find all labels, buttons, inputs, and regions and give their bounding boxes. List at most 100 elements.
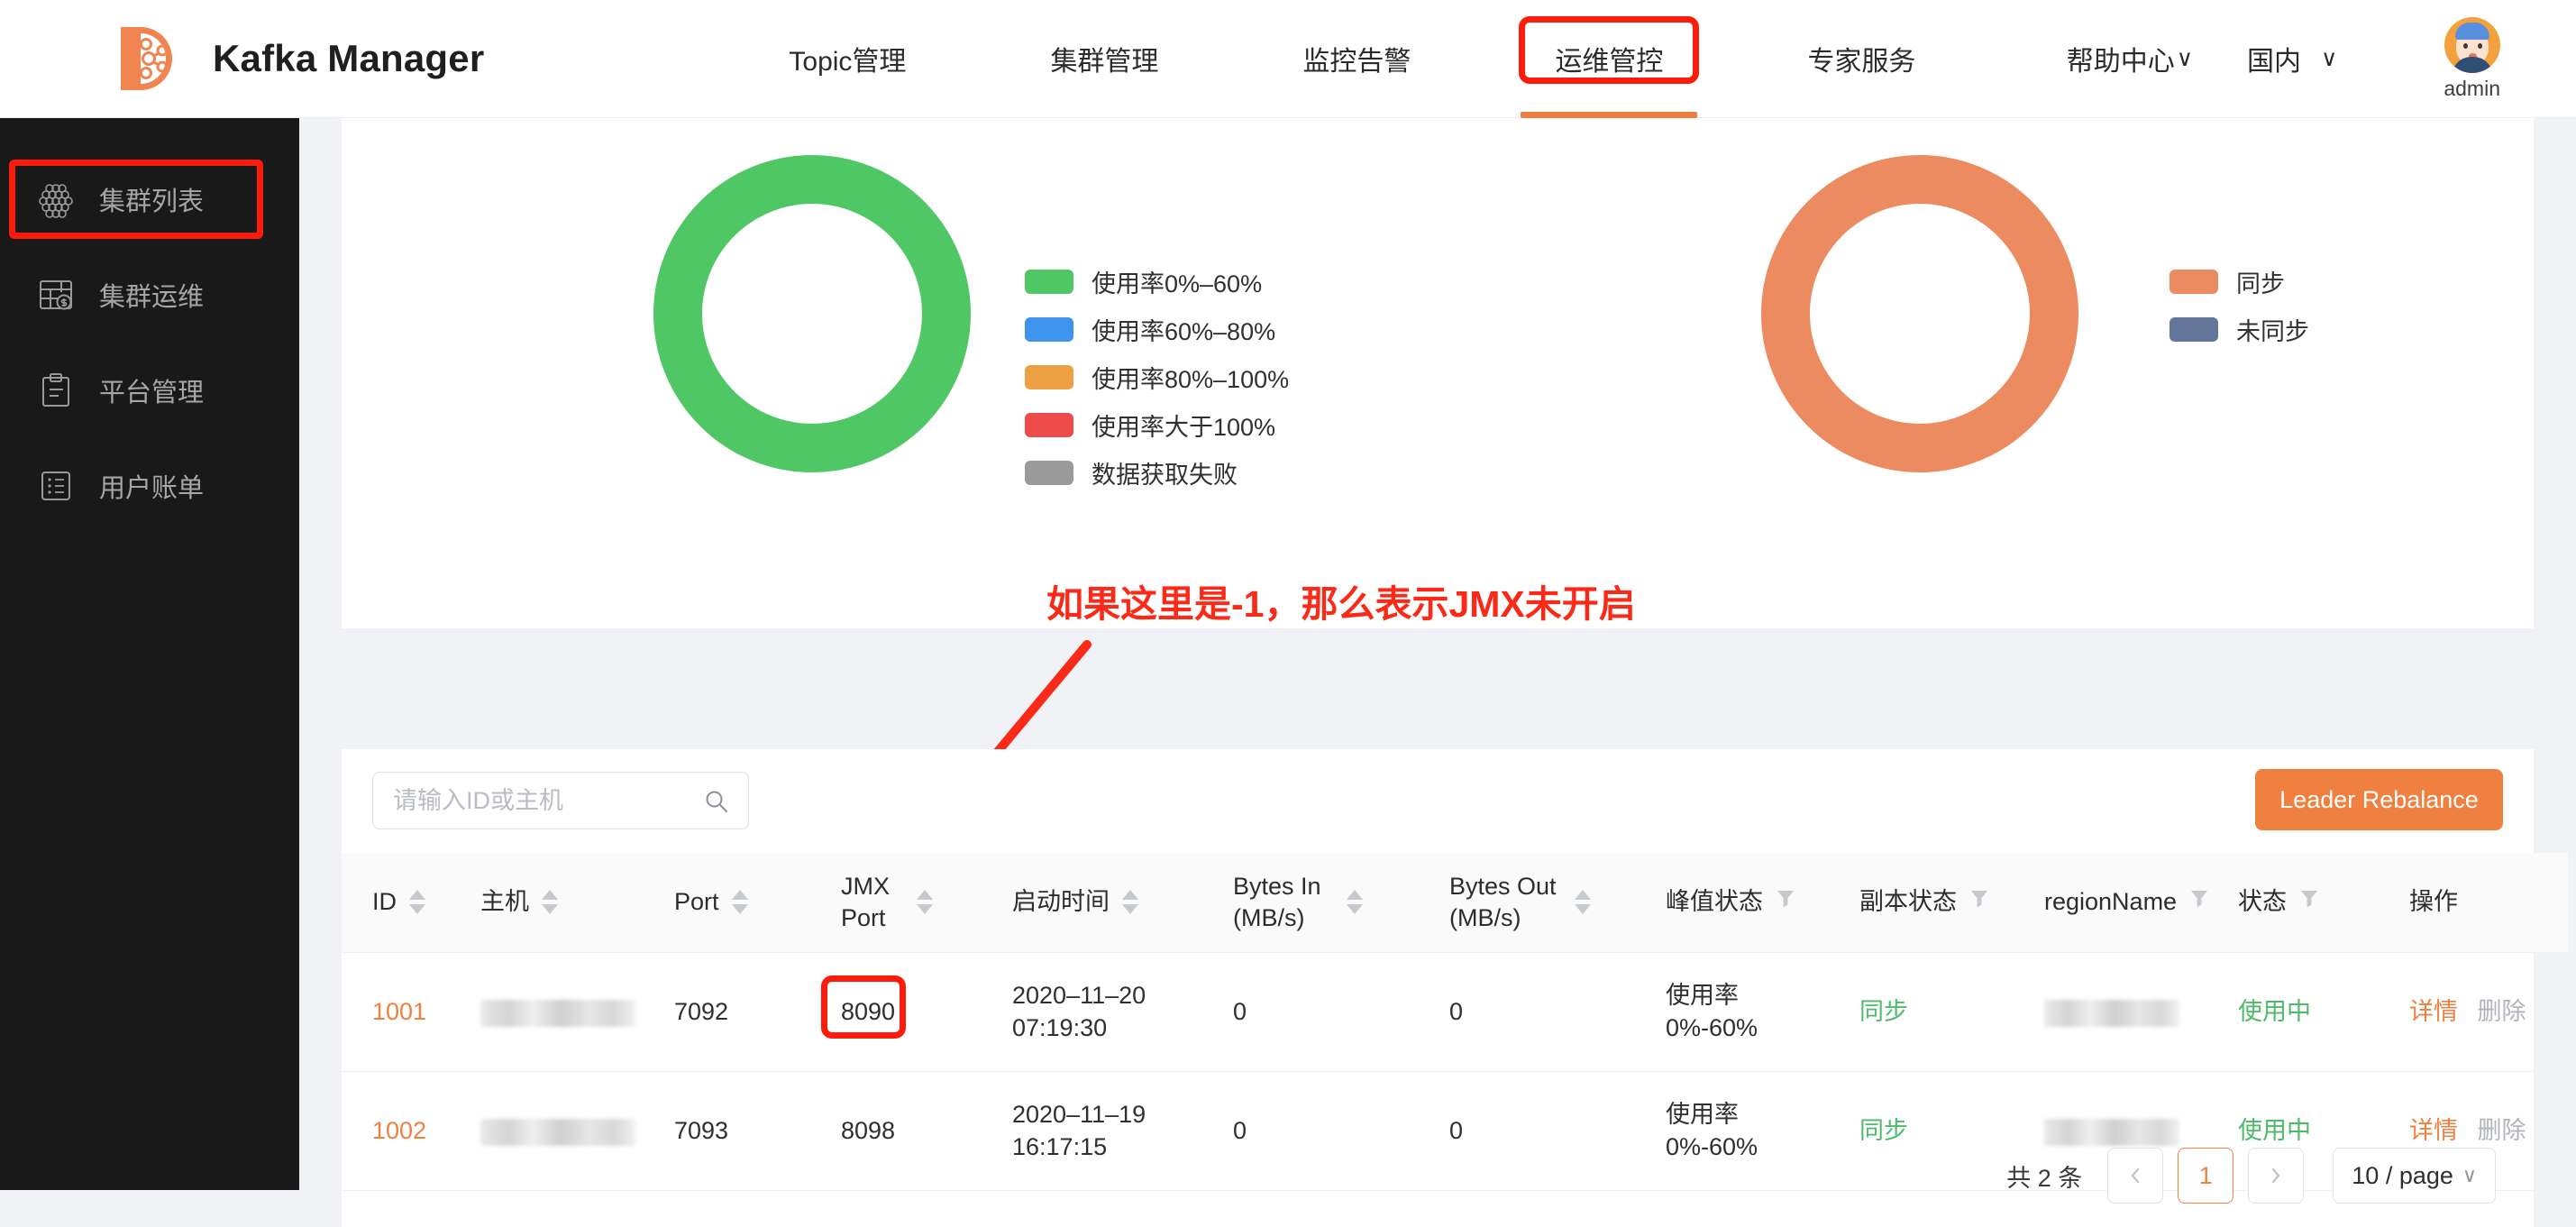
filter-icon[interactable] (1776, 888, 1795, 916)
legend-label: 使用率大于100% (1092, 414, 1276, 441)
peak-line-2: 0%-60% (1666, 1014, 1758, 1041)
sort-icon[interactable] (1575, 890, 1591, 915)
sidebar-item-platform-manage[interactable]: 平台管理 (0, 347, 299, 434)
filter-icon[interactable] (1969, 888, 1989, 916)
port-value: 7093 (674, 1116, 729, 1144)
cell-bytes-out: 0 (1446, 952, 1662, 1072)
sync-donut-chart (1761, 155, 2078, 472)
table-row[interactable]: 1001 7092 8090 2020–11–20 07:19:30 0 0 使… (342, 952, 2568, 1072)
nav-label: Topic管理 (789, 47, 907, 77)
col-label: 副本状态 (1859, 888, 1957, 916)
user-menu[interactable]: admin (2444, 16, 2500, 101)
delete-link[interactable]: 删除 (2478, 1117, 2526, 1144)
col-header-host[interactable]: 主机 (477, 853, 671, 953)
brand[interactable]: Kafka Manager (115, 23, 484, 94)
cell-host (477, 952, 671, 1072)
list-icon (36, 466, 76, 506)
sort-icon[interactable] (542, 890, 558, 915)
legend-swatch (1025, 270, 1073, 294)
chevron-down-icon: ∨ (2462, 1164, 2477, 1186)
detail-link[interactable]: 详情 (2409, 998, 2458, 1025)
nav-item-cluster-manage[interactable]: 集群管理 (1009, 0, 1200, 118)
broker-id-link[interactable]: 1001 (372, 998, 426, 1025)
cell-status: 使用中 (2234, 952, 2406, 1072)
col-header-port[interactable]: Port (671, 853, 837, 953)
col-header-id[interactable]: ID (342, 853, 477, 953)
redacted-region (2044, 1118, 2179, 1146)
col-label: 主机 (480, 888, 529, 916)
sidebar-item-user-bill[interactable]: 用户账单 (0, 443, 299, 529)
nav-item-expert-service[interactable]: 专家服务 (1766, 0, 1957, 118)
sidebar-item-cluster-list[interactable]: 集群列表 (0, 156, 299, 243)
clipboard-icon (36, 371, 76, 410)
port-value: 7092 (674, 997, 729, 1025)
cell-region-name (2041, 952, 2234, 1072)
legend-item: 数据获取失败 (1025, 449, 1289, 497)
usage-chart-legend: 使用率0%–60% 使用率60%–80% 使用率80%–100% 使用率大于10… (1025, 258, 1289, 497)
legend-swatch (1025, 413, 1073, 437)
col-label: Bytes Out (MB/s) (1449, 873, 1557, 931)
legend-label: 数据获取失败 (1092, 462, 1238, 489)
sort-icon[interactable] (731, 890, 748, 915)
pagination-next-button[interactable] (2248, 1148, 2305, 1204)
cell-peak-status: 使用率 0%-60% (1662, 1071, 1856, 1191)
search-box[interactable] (372, 772, 749, 829)
cell-id[interactable]: 1002 (342, 1071, 477, 1191)
pagination-page-1[interactable]: 1 (2178, 1148, 2234, 1204)
redacted-region (2044, 999, 2179, 1027)
col-label: ID (372, 888, 397, 916)
pagination-prev-button[interactable] (2107, 1148, 2164, 1204)
col-header-status[interactable]: 状态 (2234, 853, 2406, 953)
main-content: 使用率0%–60% 使用率60%–80% 使用率80%–100% 使用率大于10… (299, 118, 2576, 1227)
legend-label: 同步 (2236, 270, 2285, 298)
page-size-select[interactable]: 10 / page ∨ (2333, 1148, 2496, 1204)
legend-swatch (2170, 270, 2218, 294)
cell-bytes-out: 0 (1446, 1071, 1662, 1191)
redacted-host (480, 1118, 635, 1146)
region-select[interactable]: 国内 ∨ (2247, 39, 2337, 78)
delete-link[interactable]: 删除 (2478, 998, 2526, 1025)
col-header-start-time[interactable]: 启动时间 (1009, 853, 1229, 953)
help-center-menu[interactable]: 帮助中心 ∨ (2067, 39, 2193, 78)
cell-peak-status: 使用率 0%-60% (1662, 952, 1856, 1072)
sort-icon[interactable] (1347, 890, 1363, 915)
cell-host (477, 1071, 671, 1191)
nav-item-monitor-alarm[interactable]: 监控告警 (1261, 0, 1452, 118)
filter-icon[interactable] (2299, 888, 2319, 916)
col-header-jmx-port[interactable]: JMX Port (837, 853, 1009, 953)
broker-id-link[interactable]: 1002 (372, 1117, 426, 1144)
start-clock: 16:17:15 (1012, 1133, 1108, 1160)
sort-icon[interactable] (409, 890, 425, 915)
jmx-port-value: 8098 (841, 1116, 896, 1144)
replica-status-badge: 同步 (1859, 997, 1908, 1025)
col-header-region-name[interactable]: regionName (2041, 853, 2234, 953)
filter-icon[interactable] (2189, 888, 2209, 916)
col-header-peak-status[interactable]: 峰值状态 (1662, 853, 1856, 953)
annotation-jmx-note: 如果这里是-1，那么表示JMX未开启 (1046, 583, 1636, 625)
leader-rebalance-button[interactable]: Leader Rebalance (2255, 769, 2503, 830)
col-header-bytes-in[interactable]: Bytes In (MB/s) (1229, 853, 1446, 953)
sidebar-item-label: 集群运维 (99, 283, 205, 312)
search-input[interactable] (393, 786, 690, 815)
col-header-replica-status[interactable]: 副本状态 (1856, 853, 2041, 953)
pagination-total: 共 2 条 (2006, 1164, 2083, 1192)
sort-icon[interactable] (917, 890, 933, 915)
cell-jmx-port: 8098 (837, 1071, 1009, 1191)
legend-item: 使用率80%–100% (1025, 353, 1289, 401)
col-header-bytes-out[interactable]: Bytes Out (MB/s) (1446, 853, 1662, 953)
cell-id[interactable]: 1001 (342, 952, 477, 1072)
bytes-out-value: 0 (1449, 997, 1464, 1025)
table-header-row: ID 主机 Port JMX Port 启动时间 Bytes In (MB/s)… (342, 853, 2568, 953)
detail-link[interactable]: 详情 (2409, 1117, 2458, 1144)
sidebar-item-cluster-ops[interactable]: 集群运维 (0, 252, 299, 338)
sort-icon[interactable] (1122, 890, 1138, 915)
cell-jmx-port: 8090 (821, 952, 1009, 1072)
nav-item-ops-control[interactable]: 运维管控 (1513, 0, 1704, 118)
start-date: 2020–11–19 (1012, 1100, 1146, 1128)
legend-label: 未同步 (2236, 318, 2309, 345)
search-icon[interactable] (703, 788, 730, 820)
nav-item-topic[interactable]: Topic管理 (747, 0, 947, 118)
table-dollar-icon (36, 275, 76, 315)
chevron-right-icon (2272, 1167, 2280, 1184)
brand-title: Kafka Manager (213, 37, 485, 79)
